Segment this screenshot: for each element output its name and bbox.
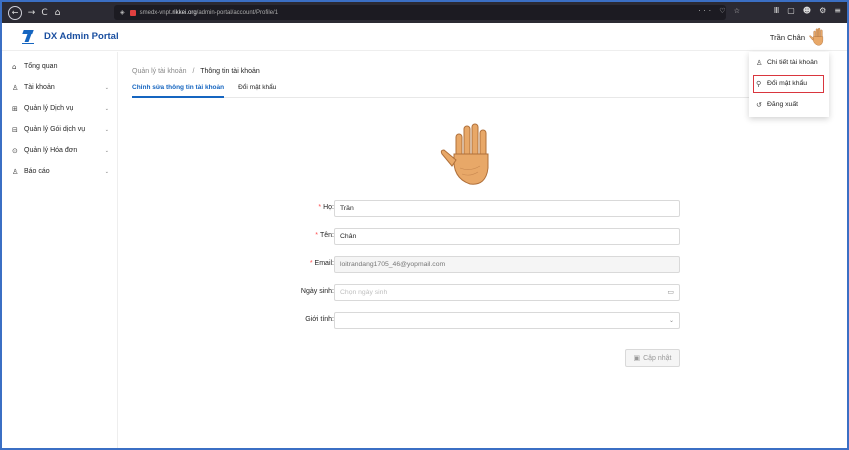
ten-label: * Tên: (315, 232, 334, 239)
report-icon: ♙ (12, 167, 19, 176)
ho-label: * Họ: (318, 204, 334, 211)
breadcrumb-current: Thông tin tài khoản (200, 68, 260, 75)
form-row-email: * Email: loitrandang1705_46@yopmail.com (118, 256, 847, 274)
sidebar: ⌂ Tổng quan ♙ Tài khoản ⌄ ⊞ Quản lý Dịch… (2, 52, 118, 448)
form-row-ho: * Họ: Trần (118, 200, 847, 218)
update-button[interactable]: ▣ Cập nhật (625, 349, 680, 367)
ngaysinh-label: Ngày sinh: (300, 288, 334, 295)
tab-edit-profile[interactable]: Chỉnh sửa thông tin tài khoản (132, 82, 225, 98)
main-content: Quản lý tài khoản / Thông tin tài khoản … (118, 52, 847, 448)
address-bar[interactable]: ◈ smedx-vnpt. rikkei.org /admin-portal/a… (114, 5, 726, 20)
page-actions[interactable]: ··· ♡ ☆ (698, 7, 743, 15)
email-label-text: Email: (314, 260, 334, 267)
calendar-icon: ▭ (667, 288, 674, 296)
invoice-icon: ⊙ (12, 146, 18, 155)
logo-icon (22, 29, 36, 45)
sidebar-item-packages[interactable]: ⊟ Quản lý Gói dịch vụ ⌄ (2, 119, 117, 140)
ten-label-text: Tên: (319, 232, 334, 239)
chevron-down-icon: ⌄ (104, 84, 109, 91)
sidebar-item-reports[interactable]: ♙ Báo cáo ⌄ (2, 161, 117, 182)
account-icon[interactable]: ☻ (803, 6, 811, 15)
ten-input[interactable]: Chân (334, 228, 680, 245)
sidebar-item-label: Quản lý Dịch vụ (24, 105, 74, 112)
sidebar-item-label: Tài khoản (24, 84, 55, 91)
form-row-gioitinh: Giới tính: ⌄ (118, 312, 847, 330)
breadcrumb-parent[interactable]: Quản lý tài khoản (132, 68, 186, 75)
breadcrumb: Quản lý tài khoản / Thông tin tài khoản (132, 68, 260, 75)
user-name: Trần Chân (769, 32, 805, 42)
sidebar-item-label: Báo cáo (24, 168, 50, 175)
required-mark: * (309, 260, 313, 267)
chevron-down-icon: ⌄ (104, 168, 109, 175)
reload-button[interactable]: C (38, 8, 51, 18)
gender-select[interactable]: ⌄ (334, 312, 680, 329)
chevron-down-icon: ⌄ (104, 147, 109, 154)
browser-right-icons: Ⅲ ▢ ☻ ⚙ ≡ (774, 6, 841, 15)
chevron-down-icon: ⌄ (104, 105, 109, 112)
form-row-ten: * Tên: Chân (118, 228, 847, 246)
save-icon: ▣ (633, 354, 641, 362)
shield-icon: ◈ (120, 10, 125, 16)
email-label: * Email: (310, 260, 334, 267)
menu-item-account-details[interactable]: ♙ Chi tiết tài khoản (749, 52, 829, 73)
sidebar-item-services[interactable]: ⊞ Quản lý Dịch vụ ⌄ (2, 98, 117, 119)
url-domain: rikkei.org (172, 9, 197, 16)
package-icon: ⊟ (12, 125, 18, 134)
screen-frame: ← → C ⌂ ◈ smedx-vnpt. rikkei.org /admin-… (0, 0, 849, 450)
required-mark: * (318, 204, 322, 211)
birthdate-picker[interactable]: Chọn ngày sinh ▭ (334, 284, 680, 301)
sidebar-toggle-icon[interactable]: ▢ (787, 6, 795, 15)
sidebar-item-label: Tổng quan (24, 63, 58, 70)
breadcrumb-separator: / (192, 68, 195, 75)
sidebar-item-label: Quản lý Hóa đơn (24, 147, 78, 154)
logout-icon: ↺ (756, 100, 762, 109)
grid-icon: ⊞ (12, 104, 18, 113)
app-header: DX Admin Portal Trần Chân (2, 23, 847, 51)
forward-button[interactable]: → (25, 8, 38, 18)
email-field: loitrandang1705_46@yopmail.com (334, 256, 680, 273)
required-mark: * (315, 232, 318, 239)
chevron-down-icon: ⌄ (668, 317, 674, 324)
home-icon: ⌂ (12, 62, 17, 71)
tab-bar: Chỉnh sửa thông tin tài khoản Đổi mật kh… (132, 82, 752, 98)
user-icon: ♙ (12, 83, 19, 92)
user-icon: ♙ (756, 58, 763, 67)
menu-item-logout[interactable]: ↺ Đăng xuất (749, 94, 829, 115)
sidebar-item-overview[interactable]: ⌂ Tổng quan (2, 56, 117, 77)
highlight-annotation (753, 75, 824, 93)
home-button[interactable]: ⌂ (51, 8, 64, 18)
ho-label-text: Họ: (323, 204, 334, 211)
profile-avatar (440, 123, 489, 185)
sidebar-item-label: Quản lý Gói dịch vụ (24, 126, 86, 133)
browser-toolbar: ← → C ⌂ ◈ smedx-vnpt. rikkei.org /admin-… (2, 2, 847, 23)
form-row-ngaysinh: Ngày sinh: Chọn ngày sinh ▭ (118, 284, 847, 302)
gioitinh-label: Giới tính: (305, 316, 334, 323)
user-menu-trigger[interactable]: Trần Chân (770, 27, 827, 47)
sidebar-item-invoices[interactable]: ⊙ Quản lý Hóa đơn ⌄ (2, 140, 117, 161)
tab-change-password[interactable]: Đổi mật khẩu (238, 82, 276, 97)
url-prefix: smedx-vnpt. (139, 9, 173, 16)
menu-item-label: Đăng xuất (767, 101, 798, 108)
site-icon (129, 9, 136, 16)
birthdate-placeholder: Chọn ngày sinh (340, 289, 388, 296)
menu-icon[interactable]: ≡ (834, 6, 841, 15)
ho-input[interactable]: Trần (334, 200, 680, 217)
logo-text: DX Admin Portal (44, 31, 119, 42)
extensions-icon[interactable]: ⚙ (819, 6, 826, 15)
url-path: /admin-portal/account/Profile/1 (196, 9, 279, 16)
back-button[interactable]: ← (8, 5, 22, 20)
chevron-down-icon: ⌄ (104, 126, 109, 133)
avatar (809, 27, 824, 46)
sidebar-item-account[interactable]: ♙ Tài khoản ⌄ (2, 77, 117, 98)
library-icon[interactable]: Ⅲ (774, 6, 780, 15)
update-button-label: Cập nhật (643, 354, 672, 362)
logo[interactable]: DX Admin Portal (2, 29, 119, 45)
menu-item-label: Chi tiết tài khoản (767, 59, 818, 66)
